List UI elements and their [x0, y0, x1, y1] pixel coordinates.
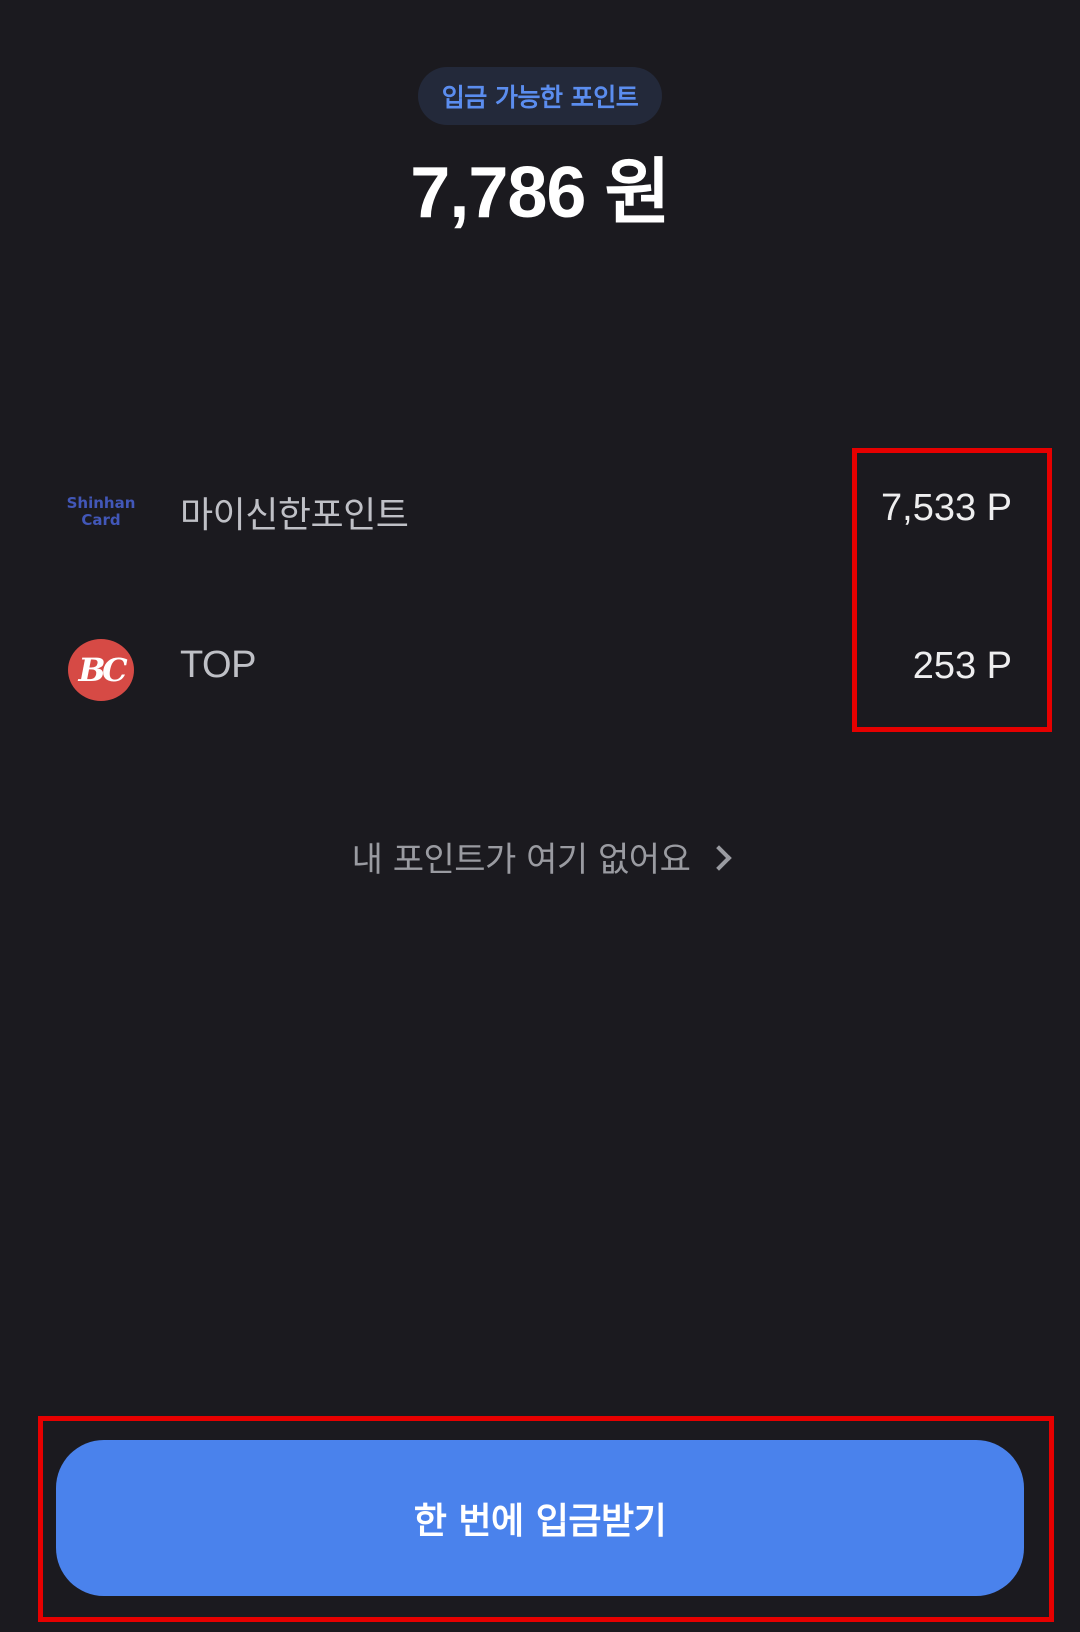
points-highlight-box [852, 448, 1052, 732]
bc-card-logo: BC [68, 639, 134, 701]
shinhan-card-logo: Shinhan Card [66, 481, 136, 543]
shinhan-logo-line1: Shinhan [66, 494, 136, 512]
available-points-badge: 입금 가능한 포인트 [418, 67, 662, 125]
missing-points-link[interactable]: 내 포인트가 여기 없어요 [0, 832, 1080, 881]
point-source-name: TOP [180, 644, 256, 686]
shinhan-logo-line2: Card [81, 511, 121, 529]
chevron-right-icon [706, 844, 733, 871]
deposit-all-button[interactable]: 한 번에 입금받기 [56, 1440, 1024, 1596]
available-points-badge-label: 입금 가능한 포인트 [441, 83, 639, 112]
total-amount: 7,786 원 [410, 153, 670, 233]
missing-points-link-label: 내 포인트가 여기 없어요 [351, 840, 691, 880]
point-source-name: 마이신한포인트 [180, 495, 409, 536]
bc-logo-text: BC [78, 651, 127, 689]
